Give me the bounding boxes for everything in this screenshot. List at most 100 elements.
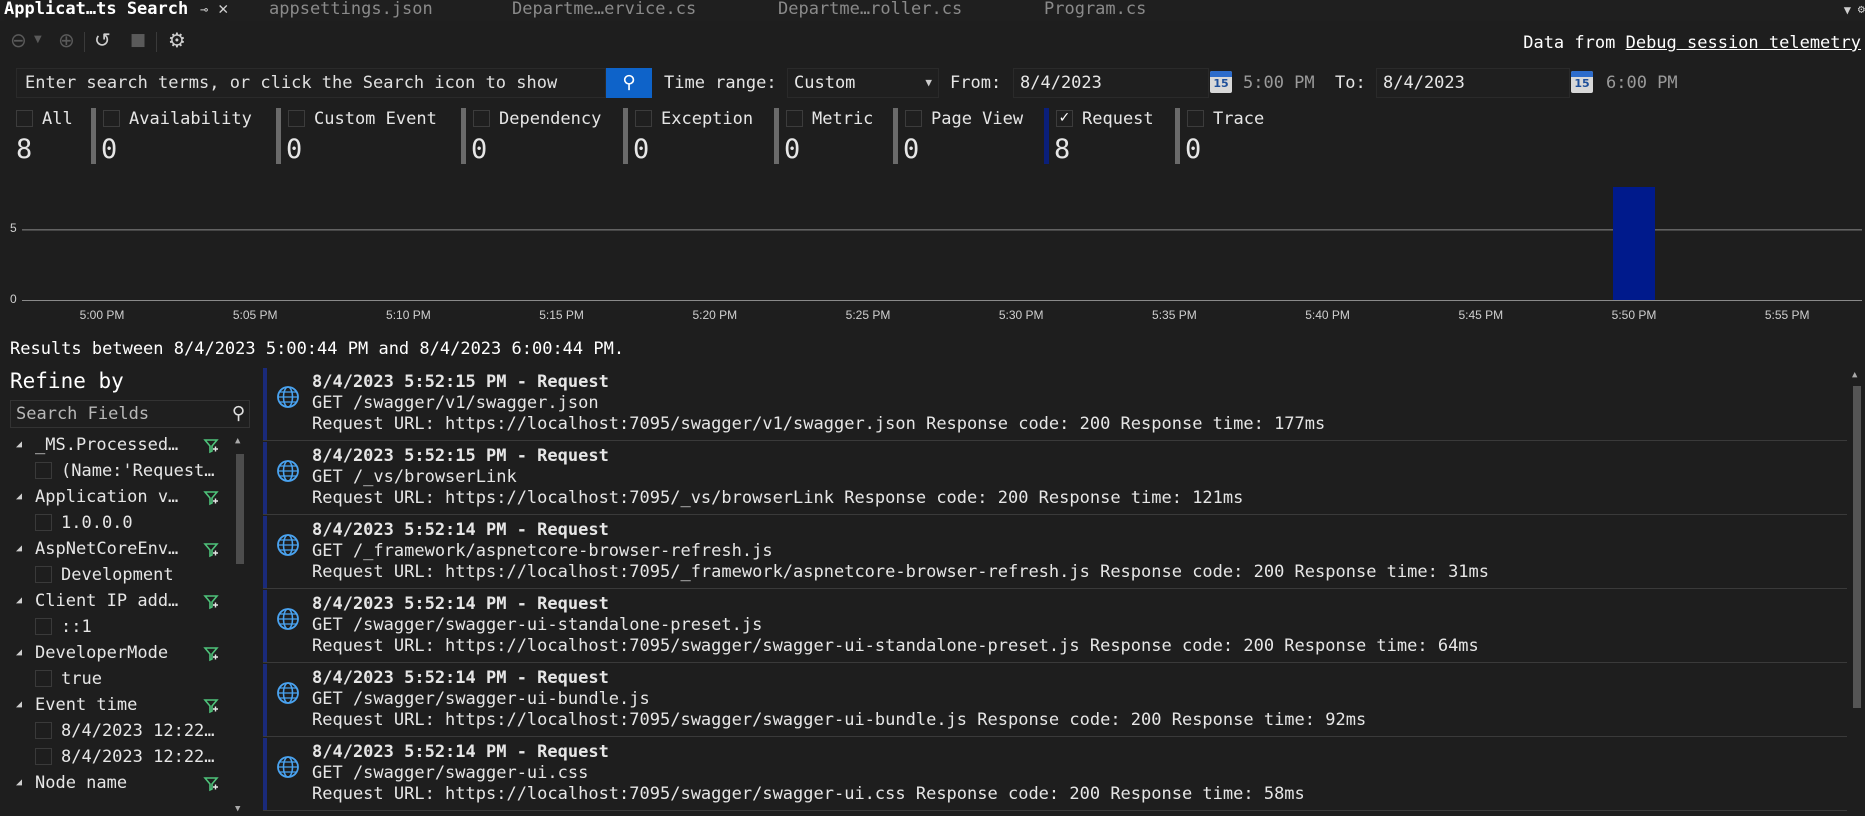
from-time-field[interactable]: 5:00 PM [1243, 73, 1315, 93]
to-calendar-icon[interactable]: 15 [1571, 71, 1593, 93]
refine-value-checkbox[interactable] [35, 670, 52, 687]
refine-group-name: AspNetCoreEnv… [35, 539, 179, 559]
refine-value-checkbox[interactable] [35, 566, 52, 583]
from-date-field[interactable]: 8/4/2023 [1013, 68, 1209, 98]
filter-checkbox[interactable] [635, 110, 652, 127]
refine-value-label: 8/4/2023 12:22… [61, 721, 215, 741]
search-input[interactable]: Enter search terms, or click the Search … [16, 68, 606, 98]
filter-checkbox[interactable] [288, 110, 305, 127]
tab-department-controller[interactable]: Departme…roller.cs [778, 0, 962, 21]
refine-group[interactable]: ◢ DeveloperMode [10, 640, 246, 666]
back-icon[interactable]: ⊖ [10, 28, 27, 52]
filter-checkbox[interactable] [1187, 110, 1204, 127]
filter-checkbox[interactable] [905, 110, 922, 127]
filter-funnel-icon[interactable] [203, 644, 219, 662]
filter-name: Custom Event [314, 109, 437, 129]
filter-funnel-icon[interactable] [203, 488, 219, 506]
refine-value[interactable]: 8/4/2023 12:22… [10, 744, 246, 770]
x-tick-label: 5:40 PM [1305, 308, 1350, 322]
result-item[interactable]: 8/4/2023 5:52:14 PM - Request GET /_frame… [263, 516, 1847, 589]
filter-funnel-icon[interactable] [203, 540, 219, 558]
refine-value-checkbox[interactable] [35, 462, 52, 479]
filter-funnel-icon[interactable] [203, 696, 219, 714]
tab-program-cs[interactable]: Program.cs [1044, 0, 1146, 21]
refine-value[interactable]: 1.0.0.0 [10, 510, 246, 536]
results-scrollbar[interactable]: ▲ [1851, 370, 1863, 816]
refine-value[interactable]: true [10, 666, 246, 692]
search-icon[interactable]: ⚲ [232, 401, 245, 427]
refine-group[interactable]: ◢ Application v… [10, 484, 246, 510]
refine-scrollbar[interactable]: ▲ ▼ [234, 436, 246, 816]
filter-checkbox[interactable] [16, 110, 33, 127]
refine-value[interactable]: Development [10, 562, 246, 588]
expand-triangle-icon[interactable]: ◢ [16, 484, 22, 510]
scroll-thumb[interactable] [1853, 386, 1861, 708]
result-title: 8/4/2023 5:52:15 PM - Request [312, 372, 609, 392]
time-range-dropdown[interactable]: Custom ▼ [787, 68, 939, 98]
scroll-up-icon[interactable]: ▲ [1852, 370, 1857, 380]
expand-triangle-icon[interactable]: ◢ [16, 432, 22, 458]
to-date-field[interactable]: 8/4/2023 [1376, 68, 1570, 98]
globe-icon [276, 459, 300, 483]
filter-checkbox[interactable]: ✓ [1056, 110, 1073, 127]
refresh-icon[interactable]: ↺ [94, 28, 111, 52]
back-dropdown-icon[interactable]: ▼ [34, 34, 42, 45]
refine-value[interactable]: ::1 [10, 614, 246, 640]
result-item[interactable]: 8/4/2023 5:52:14 PM - Request GET /swagge… [263, 664, 1847, 737]
x-tick-label: 5:10 PM [386, 308, 431, 322]
filter-funnel-icon[interactable] [203, 774, 219, 792]
refine-value-checkbox[interactable] [35, 618, 52, 635]
from-calendar-icon[interactable]: 15 [1210, 71, 1232, 93]
filter-funnel-icon[interactable] [203, 592, 219, 610]
result-item[interactable]: 8/4/2023 5:52:14 PM - Request GET /swagge… [263, 590, 1847, 663]
refine-value-label: Development [61, 565, 174, 585]
forward-icon[interactable]: ⊕ [58, 28, 75, 52]
refine-value-checkbox[interactable] [35, 748, 52, 765]
result-item[interactable]: 8/4/2023 5:52:14 PM - Request GET /swagge… [263, 738, 1847, 811]
tab-settings-gear-icon[interactable]: ⚙ [1858, 0, 1865, 18]
refine-group[interactable]: ◢ Client IP add… [10, 588, 246, 614]
refine-group[interactable]: ◢ Node name [10, 770, 246, 796]
scroll-up-icon[interactable]: ▲ [235, 436, 240, 446]
filter-checkbox[interactable] [103, 110, 120, 127]
refine-group[interactable]: ◢ Event time [10, 692, 246, 718]
scroll-down-icon[interactable]: ▼ [235, 804, 240, 814]
refine-group[interactable]: ◢ _MS.Processed… [10, 432, 246, 458]
globe-icon [276, 385, 300, 409]
filter-checkbox[interactable] [786, 110, 803, 127]
pin-icon[interactable]: ⊸ [200, 3, 208, 18]
close-icon[interactable]: ✕ [218, 0, 228, 19]
filter-bar [893, 108, 898, 164]
expand-triangle-icon[interactable]: ◢ [16, 588, 22, 614]
time-range-value: Custom [794, 73, 856, 93]
tab-appsettings-json[interactable]: appsettings.json [269, 0, 433, 21]
globe-icon [276, 681, 300, 705]
refine-value[interactable]: 8/4/2023 12:22… [10, 718, 246, 744]
filter-checkbox[interactable] [473, 110, 490, 127]
data-source-link[interactable]: Debug session telemetry [1626, 33, 1861, 53]
result-item[interactable]: 8/4/2023 5:52:15 PM - Request GET /_vs/br… [263, 442, 1847, 515]
refine-value-checkbox[interactable] [35, 514, 52, 531]
stop-icon[interactable]: ■ [130, 30, 146, 50]
filter-funnel-icon[interactable] [203, 436, 219, 454]
refine-value-checkbox[interactable] [35, 722, 52, 739]
tab-department-service[interactable]: Departme…ervice.cs [512, 0, 696, 21]
tab-application-insights-search[interactable]: Applicat…ts Search ⊸ ✕ [4, 0, 229, 21]
search-fields-placeholder: Search Fields [16, 404, 150, 424]
refine-tree: ◢ _MS.Processed… (Name:'Request… ◢ Applicati… [10, 432, 246, 816]
refine-group[interactable]: ◢ AspNetCoreEnv… [10, 536, 246, 562]
expand-triangle-icon[interactable]: ◢ [16, 770, 22, 796]
expand-triangle-icon[interactable]: ◢ [16, 536, 22, 562]
scroll-thumb[interactable] [236, 454, 244, 564]
expand-triangle-icon[interactable]: ◢ [16, 692, 22, 718]
search-button[interactable]: ⚲ [606, 68, 652, 98]
tab-overflow-chevron-icon[interactable]: ▼ [1844, 0, 1851, 20]
refine-value[interactable]: (Name:'Request… [10, 458, 246, 484]
search-fields-input[interactable]: Search Fields ⚲ [10, 400, 250, 428]
settings-icon[interactable]: ⚙ [168, 28, 186, 52]
expand-triangle-icon[interactable]: ◢ [16, 640, 22, 666]
filter-bar [461, 108, 466, 164]
filter-count: 0 [1185, 134, 1202, 165]
to-time-field[interactable]: 6:00 PM [1606, 73, 1678, 93]
result-item[interactable]: 8/4/2023 5:52:15 PM - Request GET /swagge… [263, 368, 1847, 441]
